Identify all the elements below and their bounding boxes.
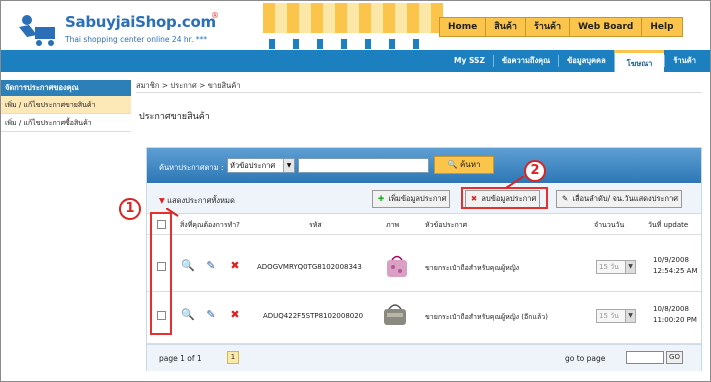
listings-panel: ค้นหาประกาศตาม : หัวข้อประกาศ ▼ 🔍 ค้นหา … <box>146 147 702 371</box>
awning-decoration <box>233 3 465 49</box>
delete-button-highlight <box>461 187 548 209</box>
sub-navigation: My SSZ ข้อความถึงคุณ ข้อมูลบุคคล โฆษณา ร… <box>446 50 704 72</box>
sidebar: จัดการประกาศของคุณ เพิ่ม / แก้ไขประกาศขา… <box>1 80 131 132</box>
ad-topic[interactable]: ขายกระเป๋าถือสำหรับคุณผู้หญิง <box>425 263 519 274</box>
days-select[interactable]: 15 วัน ▼ <box>596 260 636 274</box>
handbag-thumbnail <box>384 304 406 325</box>
delete-icon[interactable]: ✖ <box>229 309 241 321</box>
col-topic: หัวข้อประกาศ <box>425 221 468 229</box>
col-code: รหัส <box>309 221 322 229</box>
search-field-value: หัวข้อประกาศ <box>230 161 276 170</box>
search-icon: 🔍 <box>447 160 458 169</box>
brand-name: SabuyjaiShop.com <box>65 13 216 31</box>
view-icon[interactable]: 🔍 <box>181 309 195 321</box>
divider <box>136 92 702 93</box>
search-field-select[interactable]: หัวข้อประกาศ ▼ <box>227 158 295 173</box>
days-value: 15 วัน <box>599 263 619 271</box>
chevron-down-icon: ▼ <box>625 310 635 322</box>
sub-nav-ads[interactable]: โฆษณา <box>613 50 665 72</box>
delete-icon[interactable]: ✖ <box>229 260 241 272</box>
edit-icon[interactable]: ✎ <box>205 309 217 321</box>
sub-nav-messages[interactable]: ข้อความถึงคุณ <box>492 55 558 67</box>
table-header: สิ่งที่คุณต้องการทำ? รหัส ภาพ หัวข้อประก… <box>147 215 701 235</box>
update-time: 12:54:25 AM <box>653 267 698 275</box>
table-row: 🔍 ✎ ✖ ADOGVMRYQ0TG8102008343 ขายกระเป๋าถ… <box>147 236 701 292</box>
nav-help[interactable]: Help <box>642 18 682 36</box>
checkbox-highlight <box>150 212 172 335</box>
search-button-label: ค้นหา <box>459 160 481 169</box>
brand-tagline: Thai shopping center online 24 hr. *** <box>65 35 208 44</box>
callout-1: 1 <box>119 198 141 220</box>
days-select[interactable]: 15 วัน ▼ <box>596 309 636 323</box>
edit-icon[interactable]: ✎ <box>205 260 217 272</box>
col-days: จำนวนวัน <box>594 221 625 229</box>
sub-nav-my-ssz[interactable]: My SSZ <box>446 55 493 67</box>
ad-topic[interactable]: ขายกระเป๋าถือสำหรับคุณผู้หญิง (อีกแล้ว) <box>425 312 548 323</box>
chevron-down-icon: ▼ <box>283 159 294 172</box>
reorder-button[interactable]: ✎ เลื่อนลำดับ/ จน.วันแสดงประกาศ <box>556 190 683 208</box>
toolbar: ▼ แสดงประกาศทั้งหมด ✚ เพิ่มข้อมูลประกาศ … <box>147 184 701 214</box>
site-logo[interactable]: SabuyjaiShop.com ® Thai shopping center … <box>15 9 235 51</box>
update-time: 11:00:20 PM <box>653 316 697 324</box>
col-action: สิ่งที่คุณต้องการทำ? <box>180 221 240 229</box>
reorder-label: เลื่อนลำดับ/ จน.วันแสดงประกาศ <box>572 194 679 203</box>
handbag-thumbnail <box>387 255 407 277</box>
sidebar-item-buy-ads[interactable]: เพิ่ม / แก้ไขประกาศซื้อสินค้า <box>1 114 131 132</box>
nav-home[interactable]: Home <box>440 18 487 36</box>
sub-nav-shop[interactable]: ร้านค้า <box>664 55 704 67</box>
sidebar-item-sell-ads[interactable]: เพิ่ม / แก้ไขประกาศขายสินค้า <box>1 96 131 114</box>
pagination-bar: page 1 of 1 1 go to page GO <box>147 344 701 371</box>
sub-nav-profile[interactable]: ข้อมูลบุคคล <box>558 55 614 67</box>
goto-button[interactable]: GO <box>666 351 683 364</box>
ad-code: ADOGVMRYQ0TG8102008343 <box>257 263 362 271</box>
sub-navigation-bar: My SSZ ข้อความถึงคุณ ข้อมูลบุคคล โฆษณา ร… <box>1 50 710 72</box>
edit-icon: ✎ <box>561 194 569 203</box>
callout-2-pointer <box>505 176 525 189</box>
ad-code: ADUQ422F5STP8102008020 <box>263 312 364 320</box>
triangle-down-icon: ▼ <box>159 196 165 205</box>
plus-icon: ✚ <box>377 194 385 203</box>
search-button[interactable]: 🔍 ค้นหา <box>434 156 494 174</box>
update-date: 10/9/2008 <box>653 256 689 264</box>
sidebar-heading: จัดการประกาศของคุณ <box>1 80 131 96</box>
top-navigation: Home สินค้า ร้านค้า Web Board Help <box>439 17 683 37</box>
registered-mark: ® <box>211 11 219 20</box>
page-info: page 1 of 1 <box>159 354 202 363</box>
callout-2: 2 <box>524 160 546 182</box>
days-value: 15 วัน <box>599 312 619 320</box>
add-ad-label: เพิ่มข้อมูลประกาศ <box>388 194 447 203</box>
col-image: ภาพ <box>386 221 400 229</box>
show-all-label: แสดงประกาศทั้งหมด <box>167 196 235 205</box>
col-updated: วันที่ update <box>648 221 689 229</box>
chevron-down-icon: ▼ <box>625 261 635 273</box>
page-link-1[interactable]: 1 <box>227 351 239 364</box>
shopping-cart-icon <box>19 15 55 46</box>
page-title: ประกาศขายสินค้า <box>139 112 210 122</box>
goto-page-input[interactable] <box>626 351 664 364</box>
goto-label: go to page <box>565 354 606 363</box>
search-bar: ค้นหาประกาศตาม : หัวข้อประกาศ ▼ 🔍 ค้นหา <box>147 148 701 183</box>
view-icon[interactable]: 🔍 <box>181 260 195 272</box>
search-input[interactable] <box>298 158 429 173</box>
breadcrumb: สมาชิก > ประกาศ > ขายสินค้า <box>136 81 241 90</box>
search-label: ค้นหาประกาศตาม : <box>159 163 224 172</box>
nav-products[interactable]: สินค้า <box>486 18 526 36</box>
add-ad-button[interactable]: ✚ เพิ่มข้อมูลประกาศ <box>372 190 451 208</box>
show-all-toggle[interactable]: ▼ แสดงประกาศทั้งหมด <box>159 195 235 207</box>
callout-1-pointer <box>166 208 179 217</box>
nav-web-board[interactable]: Web Board <box>570 18 643 36</box>
nav-shops[interactable]: ร้านค้า <box>525 18 571 36</box>
table-row: 🔍 ✎ ✖ ADUQ422F5STP8102008020 ขายกระเป๋าถ… <box>147 292 701 344</box>
update-date: 10/8/2008 <box>653 305 689 313</box>
